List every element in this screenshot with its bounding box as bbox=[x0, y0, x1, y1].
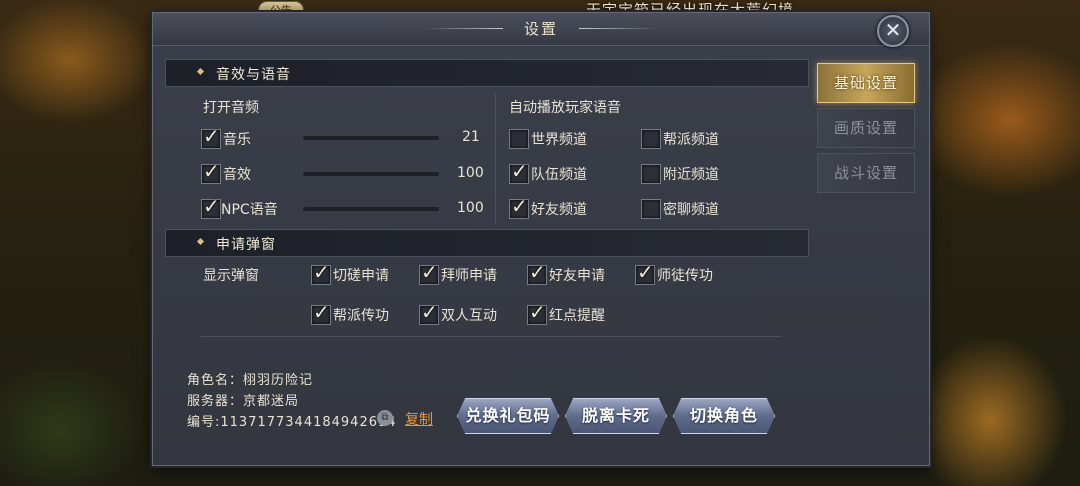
private-channel-checkbox[interactable] bbox=[641, 199, 661, 219]
tab-combat-settings[interactable]: 战斗设置 bbox=[817, 153, 915, 193]
sfx-label: 音效 bbox=[223, 167, 251, 183]
close-button[interactable]: ✕ bbox=[877, 15, 909, 47]
npc-voice-checkbox[interactable] bbox=[201, 194, 221, 219]
section-audio-title: 音效与语音 bbox=[216, 67, 291, 83]
open-audio-label: 打开音频 bbox=[203, 100, 259, 116]
music-value: 21 bbox=[462, 129, 480, 145]
section-audio-header: 音效与语音 bbox=[165, 59, 809, 87]
settings-window: 设置 ✕ 音效与语音 打开音频 音乐 21 音效 100 NPC语音 bbox=[152, 12, 930, 466]
section-popup-header: 申请弹窗 bbox=[165, 229, 809, 257]
guild-transfer-label: 帮派传功 bbox=[333, 308, 389, 324]
world-channel-checkbox[interactable] bbox=[509, 129, 529, 149]
sfx-value: 100 bbox=[457, 165, 484, 181]
redeem-gift-code-button[interactable]: 兑换礼包码 bbox=[457, 398, 559, 434]
section-popup-title: 申请弹窗 bbox=[216, 237, 276, 253]
duo-interaction-label: 双人互动 bbox=[441, 308, 497, 324]
server-name: 服务器：京都迷局 bbox=[187, 394, 300, 409]
nearby-channel-label: 附近频道 bbox=[663, 167, 719, 183]
friend-request-label: 好友申请 bbox=[549, 268, 605, 284]
spar-request-label: 切磋申请 bbox=[333, 268, 389, 284]
window-title: 设置 bbox=[523, 20, 558, 38]
spar-request-checkbox[interactable] bbox=[311, 260, 331, 285]
apprentice-request-checkbox[interactable] bbox=[419, 260, 439, 285]
tab-basic-settings[interactable]: 基础设置 bbox=[817, 63, 915, 103]
audio-divider bbox=[495, 93, 496, 225]
music-checkbox[interactable] bbox=[201, 124, 221, 149]
account-id: 编号:1137177344184942614 bbox=[187, 415, 397, 430]
guild-channel-checkbox[interactable] bbox=[641, 129, 661, 149]
unstuck-button[interactable]: 脱离卡死 bbox=[565, 398, 667, 434]
popup-divider bbox=[201, 336, 781, 337]
role-name: 角色名：栩羽历险记 bbox=[187, 373, 314, 388]
diamond-icon bbox=[196, 67, 205, 76]
music-label: 音乐 bbox=[223, 132, 251, 148]
mentor-transfer-checkbox[interactable] bbox=[635, 260, 655, 285]
friend-channel-label: 好友频道 bbox=[531, 202, 587, 218]
autoplay-voice-label: 自动播放玩家语音 bbox=[509, 100, 621, 116]
apprentice-request-label: 拜师申请 bbox=[441, 268, 497, 284]
nearby-channel-checkbox[interactable] bbox=[641, 164, 661, 184]
duo-interaction-checkbox[interactable] bbox=[419, 300, 439, 325]
npc-voice-slider[interactable] bbox=[303, 207, 439, 211]
tab-graphics-settings[interactable]: 画质设置 bbox=[817, 108, 915, 148]
friend-request-checkbox[interactable] bbox=[527, 260, 547, 285]
close-icon: ✕ bbox=[884, 18, 902, 42]
sfx-slider[interactable] bbox=[303, 172, 439, 176]
switch-role-button[interactable]: 切换角色 bbox=[673, 398, 775, 434]
mentor-transfer-label: 师徒传功 bbox=[657, 268, 713, 284]
team-channel-label: 队伍频道 bbox=[531, 167, 587, 183]
title-bar: 设置 ✕ bbox=[153, 13, 929, 47]
display-popup-label: 显示弹窗 bbox=[203, 268, 259, 284]
private-channel-label: 密聊频道 bbox=[663, 202, 719, 218]
guild-transfer-checkbox[interactable] bbox=[311, 300, 331, 325]
npc-voice-value: 100 bbox=[457, 200, 484, 216]
settings-content: 音效与语音 打开音频 音乐 21 音效 100 NPC语音 100 自动播放玩家… bbox=[165, 57, 809, 461]
copy-icon[interactable]: ⧉ bbox=[377, 410, 393, 426]
music-slider[interactable] bbox=[303, 136, 439, 140]
npc-voice-label: NPC语音 bbox=[221, 202, 278, 218]
red-dot-reminder-checkbox[interactable] bbox=[527, 300, 547, 325]
red-dot-reminder-label: 红点提醒 bbox=[549, 308, 605, 324]
guild-channel-label: 帮派频道 bbox=[663, 132, 719, 148]
copy-link[interactable]: 复制 bbox=[405, 409, 433, 429]
diamond-icon bbox=[196, 237, 205, 246]
sfx-checkbox[interactable] bbox=[201, 159, 221, 184]
world-channel-label: 世界频道 bbox=[531, 132, 587, 148]
team-channel-checkbox[interactable] bbox=[509, 159, 529, 184]
friend-channel-checkbox[interactable] bbox=[509, 194, 529, 219]
